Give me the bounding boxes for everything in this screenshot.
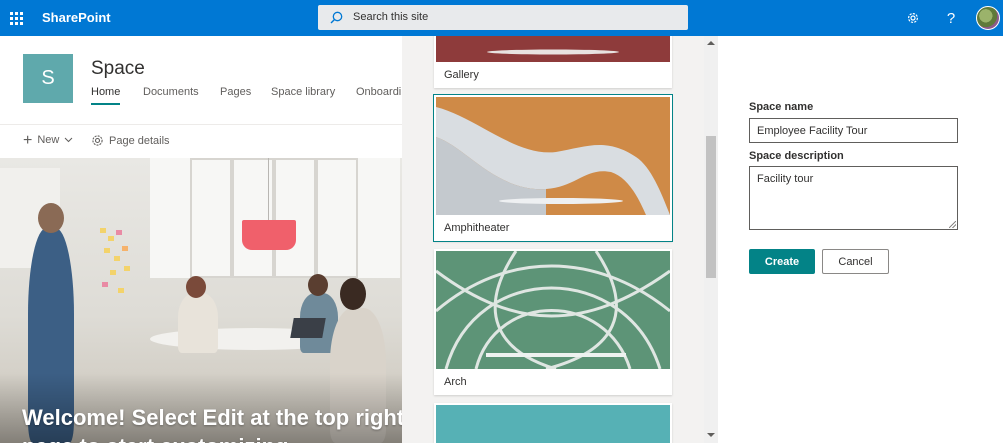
amphitheater-thumbnail xyxy=(436,97,670,215)
avatar[interactable] xyxy=(976,6,1000,30)
template-label: Arch xyxy=(444,376,467,388)
laptop xyxy=(290,318,326,338)
site-title[interactable]: Space xyxy=(91,58,145,80)
scroll-up-arrow-icon[interactable] xyxy=(707,41,715,45)
brand-link[interactable]: SharePoint xyxy=(42,10,111,25)
space-description-label: Space description xyxy=(749,150,844,162)
template-card-gallery[interactable]: Gallery xyxy=(434,36,672,88)
page-details-label: Page details xyxy=(109,134,170,147)
template-label: Gallery xyxy=(444,69,479,81)
nav-item-onboarding[interactable]: Onboardi xyxy=(356,86,401,98)
search-icon xyxy=(330,11,343,24)
suite-bar: SharePoint Search this site ? xyxy=(0,0,1003,36)
gallery-thumbnail xyxy=(436,36,670,62)
resize-grip-icon[interactable] xyxy=(949,221,956,228)
welcome-line-1: Welcome! Select Edit at the top right c xyxy=(22,405,402,430)
space-name-input[interactable] xyxy=(749,118,958,143)
picker-scrollbar[interactable] xyxy=(704,36,718,443)
page-details-button[interactable]: Page details xyxy=(91,134,170,147)
plus-icon: + xyxy=(23,131,33,149)
new-label: New xyxy=(37,134,60,146)
app-launcher-icon[interactable] xyxy=(0,0,32,36)
gear-icon xyxy=(92,135,103,146)
scrollbar-thumb[interactable] xyxy=(706,136,716,278)
help-icon[interactable]: ? xyxy=(941,8,961,28)
chevron-down-icon xyxy=(65,137,73,143)
welcome-line-2: page to start customizing xyxy=(22,432,402,443)
template-label: Amphitheater xyxy=(444,222,510,234)
nav-item-space-library[interactable]: Space library xyxy=(271,86,335,98)
nav-item-home[interactable]: Home xyxy=(91,86,121,105)
template-card-arch[interactable]: Arch xyxy=(434,249,672,395)
arch-thumbnail xyxy=(436,251,670,369)
scroll-down-arrow-icon[interactable] xyxy=(707,433,715,437)
next-template-thumbnail xyxy=(436,405,670,443)
hero-banner: Welcome! Select Edit at the top right c … xyxy=(0,158,402,443)
settings-icon[interactable] xyxy=(903,8,923,28)
nav-item-documents[interactable]: Documents xyxy=(143,86,199,98)
cancel-button[interactable]: Cancel xyxy=(822,249,889,274)
space-name-label: Space name xyxy=(749,101,814,113)
search-box[interactable]: Search this site xyxy=(318,5,688,30)
nav-item-pages[interactable]: Pages xyxy=(220,86,251,98)
space-details-panel xyxy=(718,36,1003,443)
pendant-lamp xyxy=(242,220,296,250)
template-card-amphitheater[interactable]: Amphitheater xyxy=(433,94,673,242)
search-placeholder: Search this site xyxy=(353,11,429,23)
header-divider xyxy=(0,124,402,125)
template-card-next[interactable] xyxy=(434,403,672,443)
template-picker-panel: Gallery Amphitheater Arch xyxy=(402,36,704,443)
create-button[interactable]: Create xyxy=(749,249,815,274)
command-bar: + New Page details xyxy=(0,128,402,154)
new-button[interactable]: + New xyxy=(23,131,73,149)
welcome-message: Welcome! Select Edit at the top right c … xyxy=(22,403,402,443)
space-description-input[interactable]: Facility tour xyxy=(749,166,958,230)
site-logo[interactable]: S xyxy=(23,54,73,103)
